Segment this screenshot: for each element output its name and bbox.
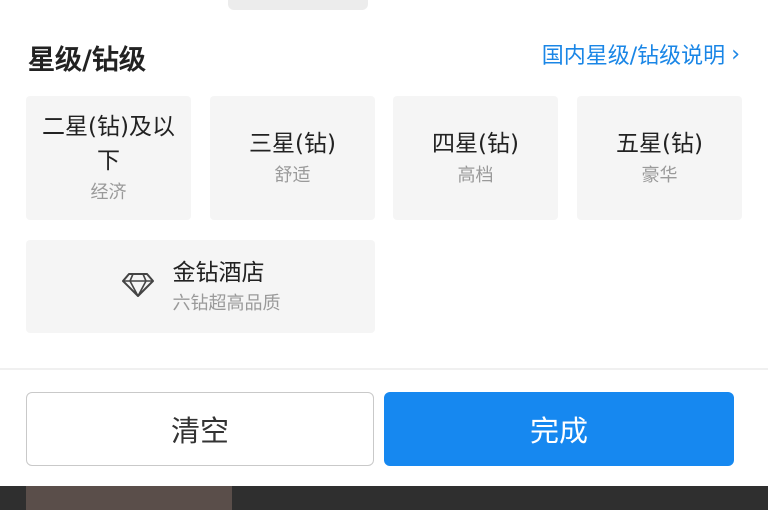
option-sublabel: 高档 [457, 165, 494, 186]
option-label: 四星(钻) [432, 131, 519, 157]
underlying-list-peek [0, 486, 768, 510]
filter-header: 星级/钻级 国内星级/钻级说明 › [0, 28, 768, 78]
section-title: 星级/钻级 [28, 45, 146, 76]
option-two-star-and-below[interactable]: 二星(钻)及以下 经济 [26, 96, 191, 220]
done-button[interactable]: 完成 [384, 392, 734, 466]
option-sublabel: 舒适 [274, 165, 311, 186]
option-sublabel: 豪华 [641, 165, 678, 186]
option-gold-diamond[interactable]: 金钻酒店 六钻超高品质 [26, 240, 375, 333]
option-three-star[interactable]: 三星(钻) 舒适 [210, 96, 375, 220]
divider [0, 368, 768, 370]
star-rating-info-link[interactable]: 国内星级/钻级说明 › [542, 38, 740, 70]
clear-button[interactable]: 清空 [26, 392, 374, 466]
info-link-label: 国内星级/钻级说明 [541, 44, 726, 69]
option-label: 金钻酒店 [172, 259, 265, 286]
option-sublabel: 经济 [90, 182, 127, 203]
option-five-star[interactable]: 五星(钻) 豪华 [577, 96, 742, 220]
option-label: 二星(钻)及以下 [42, 114, 175, 174]
option-label: 五星(钻) [616, 131, 703, 157]
option-four-star[interactable]: 四星(钻) 高档 [393, 96, 558, 220]
hotel-thumbnail [26, 486, 232, 510]
sheet-handle [228, 0, 368, 10]
chevron-right-icon: › [731, 41, 740, 67]
diamond-icon [121, 272, 155, 302]
option-label: 三星(钻) [249, 131, 336, 157]
option-sublabel: 六钻超高品质 [172, 292, 281, 314]
